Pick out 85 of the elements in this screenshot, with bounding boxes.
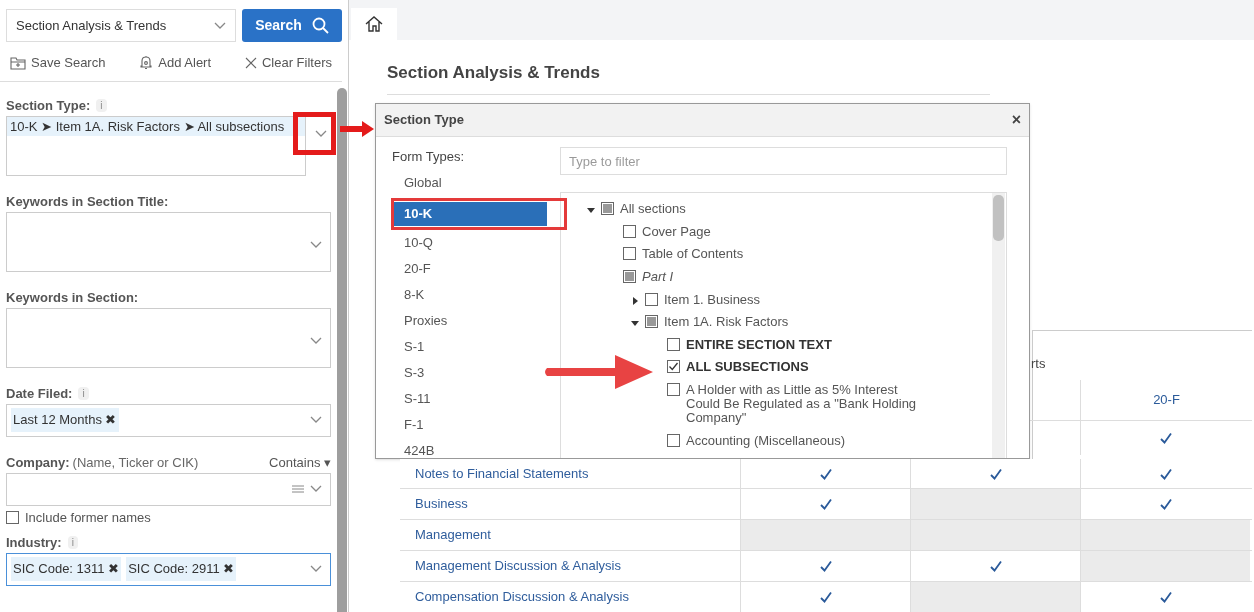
- tree-checkbox[interactable]: [667, 433, 680, 447]
- form-type-item[interactable]: S-1: [392, 335, 547, 359]
- tree-item[interactable]: Part I: [642, 270, 674, 285]
- tree-checkbox[interactable]: [667, 383, 680, 397]
- form-type-item[interactable]: 8-K: [392, 283, 547, 307]
- caret-right-icon[interactable]: [631, 296, 639, 305]
- tree-item[interactable]: All sections: [620, 202, 686, 217]
- check-icon: [668, 361, 679, 373]
- tree-checkbox[interactable]: [623, 224, 636, 238]
- company-field[interactable]: [6, 472, 331, 506]
- view-select[interactable]: Section Analysis & Trends: [6, 9, 236, 42]
- field-label: Company:: [6, 454, 70, 470]
- row-label[interactable]: Compensation Discussion & Analysis: [400, 582, 740, 612]
- chevron-down-icon[interactable]: [310, 485, 322, 493]
- tree-item[interactable]: Accounting (Miscellaneous): [686, 433, 845, 448]
- tree-item[interactable]: ENTIRE SECTION TEXT: [686, 337, 832, 352]
- select-field[interactable]: Last 12 Months ✖: [6, 403, 331, 437]
- tree-item[interactable]: Cover Page: [642, 224, 711, 239]
- caret-down-icon[interactable]: [631, 319, 639, 328]
- section-label: Form Types:: [392, 148, 465, 166]
- close-icon: [244, 56, 257, 69]
- page-title: Section Analysis & Trends: [387, 62, 600, 84]
- field-label: Keywords in Section Title:: [6, 193, 169, 209]
- field-label: Date Filed:: [6, 385, 73, 401]
- pointer-arrow: [340, 121, 374, 137]
- chevron-down-icon[interactable]: [315, 129, 327, 138]
- form-type-item[interactable]: 20-F: [392, 257, 547, 281]
- selected-chip[interactable]: 10-K ➤ Item 1A. Risk Factors ➤ All subsections: [7, 116, 305, 136]
- tree-checkbox[interactable]: [667, 360, 680, 374]
- scrollbar[interactable]: [337, 87, 347, 612]
- row-label[interactable]: Management: [400, 520, 740, 550]
- form-type-item[interactable]: F-1: [392, 413, 547, 437]
- home-icon: [364, 14, 384, 34]
- row-label[interactable]: Business: [400, 489, 740, 519]
- chevron-down-icon[interactable]: [213, 21, 226, 30]
- form-type-item[interactable]: Global: [392, 171, 547, 195]
- checkbox-label: Include former names: [25, 509, 151, 525]
- caret-down-icon[interactable]: [587, 206, 595, 215]
- filter-input[interactable]: Type to filter: [560, 147, 1007, 175]
- dialog-title: Section Type: [384, 111, 464, 130]
- highlight-box: [293, 112, 336, 155]
- folder-icon: [10, 55, 26, 70]
- form-type-item[interactable]: 10-K: [392, 202, 547, 226]
- tree-item[interactable]: ALL SUBSECTIONS: [686, 360, 809, 375]
- form-type-item[interactable]: S-11: [392, 387, 547, 411]
- search-icon: [311, 17, 329, 34]
- select-field[interactable]: [6, 211, 331, 272]
- checkbox[interactable]: [6, 510, 19, 524]
- action-button[interactable]: Save Search: [10, 53, 106, 73]
- column-group-header: rts: [1031, 355, 1046, 373]
- form-type-item[interactable]: S-3: [392, 361, 547, 385]
- close-button[interactable]: ×: [1011, 112, 1021, 128]
- form-type-item[interactable]: 424B: [392, 439, 547, 458]
- search-button[interactable]: Search: [241, 9, 342, 42]
- selected-chip[interactable]: SIC Code: 2911 ✖: [126, 557, 237, 581]
- chevron-down-icon[interactable]: [310, 240, 322, 249]
- home-tab[interactable]: [351, 8, 397, 40]
- column-header: 20-F: [1153, 391, 1180, 410]
- selected-chip[interactable]: Last 12 Months ✖: [11, 408, 119, 432]
- form-type-item[interactable]: Proxies: [392, 309, 547, 333]
- tree-checkbox[interactable]: [667, 337, 680, 351]
- action-button[interactable]: Clear Filters: [244, 53, 332, 73]
- row-label[interactable]: Management Discussion & Analysis: [400, 551, 740, 581]
- bell-icon: [139, 55, 154, 71]
- tree-item[interactable]: Item 1A. Risk Factors: [664, 315, 789, 330]
- tree-checkbox[interactable]: [645, 292, 658, 306]
- scrollbar-thumb[interactable]: [993, 195, 1004, 241]
- select-field[interactable]: [6, 307, 331, 368]
- field-hint: (Name, Ticker or CIK): [72, 454, 199, 470]
- select-field[interactable]: SIC Code: 1311 ✖ SIC Code: 2911 ✖: [6, 552, 331, 586]
- form-type-item[interactable]: 10-Q: [392, 231, 547, 255]
- match-mode-dropdown[interactable]: Contains ▾: [269, 454, 331, 470]
- tree-item[interactable]: Table of Contents: [642, 247, 744, 262]
- field-label: Keywords in Section:: [6, 289, 139, 305]
- chevron-down-icon[interactable]: [310, 565, 322, 573]
- selected-chip[interactable]: SIC Code: 1311 ✖: [11, 557, 122, 581]
- field-label: Section Type:: [6, 97, 91, 113]
- row-label[interactable]: Notes to Financial Statements: [400, 459, 740, 488]
- field-label: Industry:: [6, 534, 62, 550]
- tree-item[interactable]: Item 1. Business: [664, 292, 761, 307]
- chevron-down-icon[interactable]: [310, 336, 322, 345]
- chevron-down-icon[interactable]: [310, 416, 322, 424]
- tree-item[interactable]: A Holder with as Little as 5% Interest Could Be Regulated as a "Bank Holding Company": [686, 383, 921, 426]
- action-button[interactable]: Add Alert: [139, 53, 212, 73]
- tree-checkbox[interactable]: [623, 247, 636, 261]
